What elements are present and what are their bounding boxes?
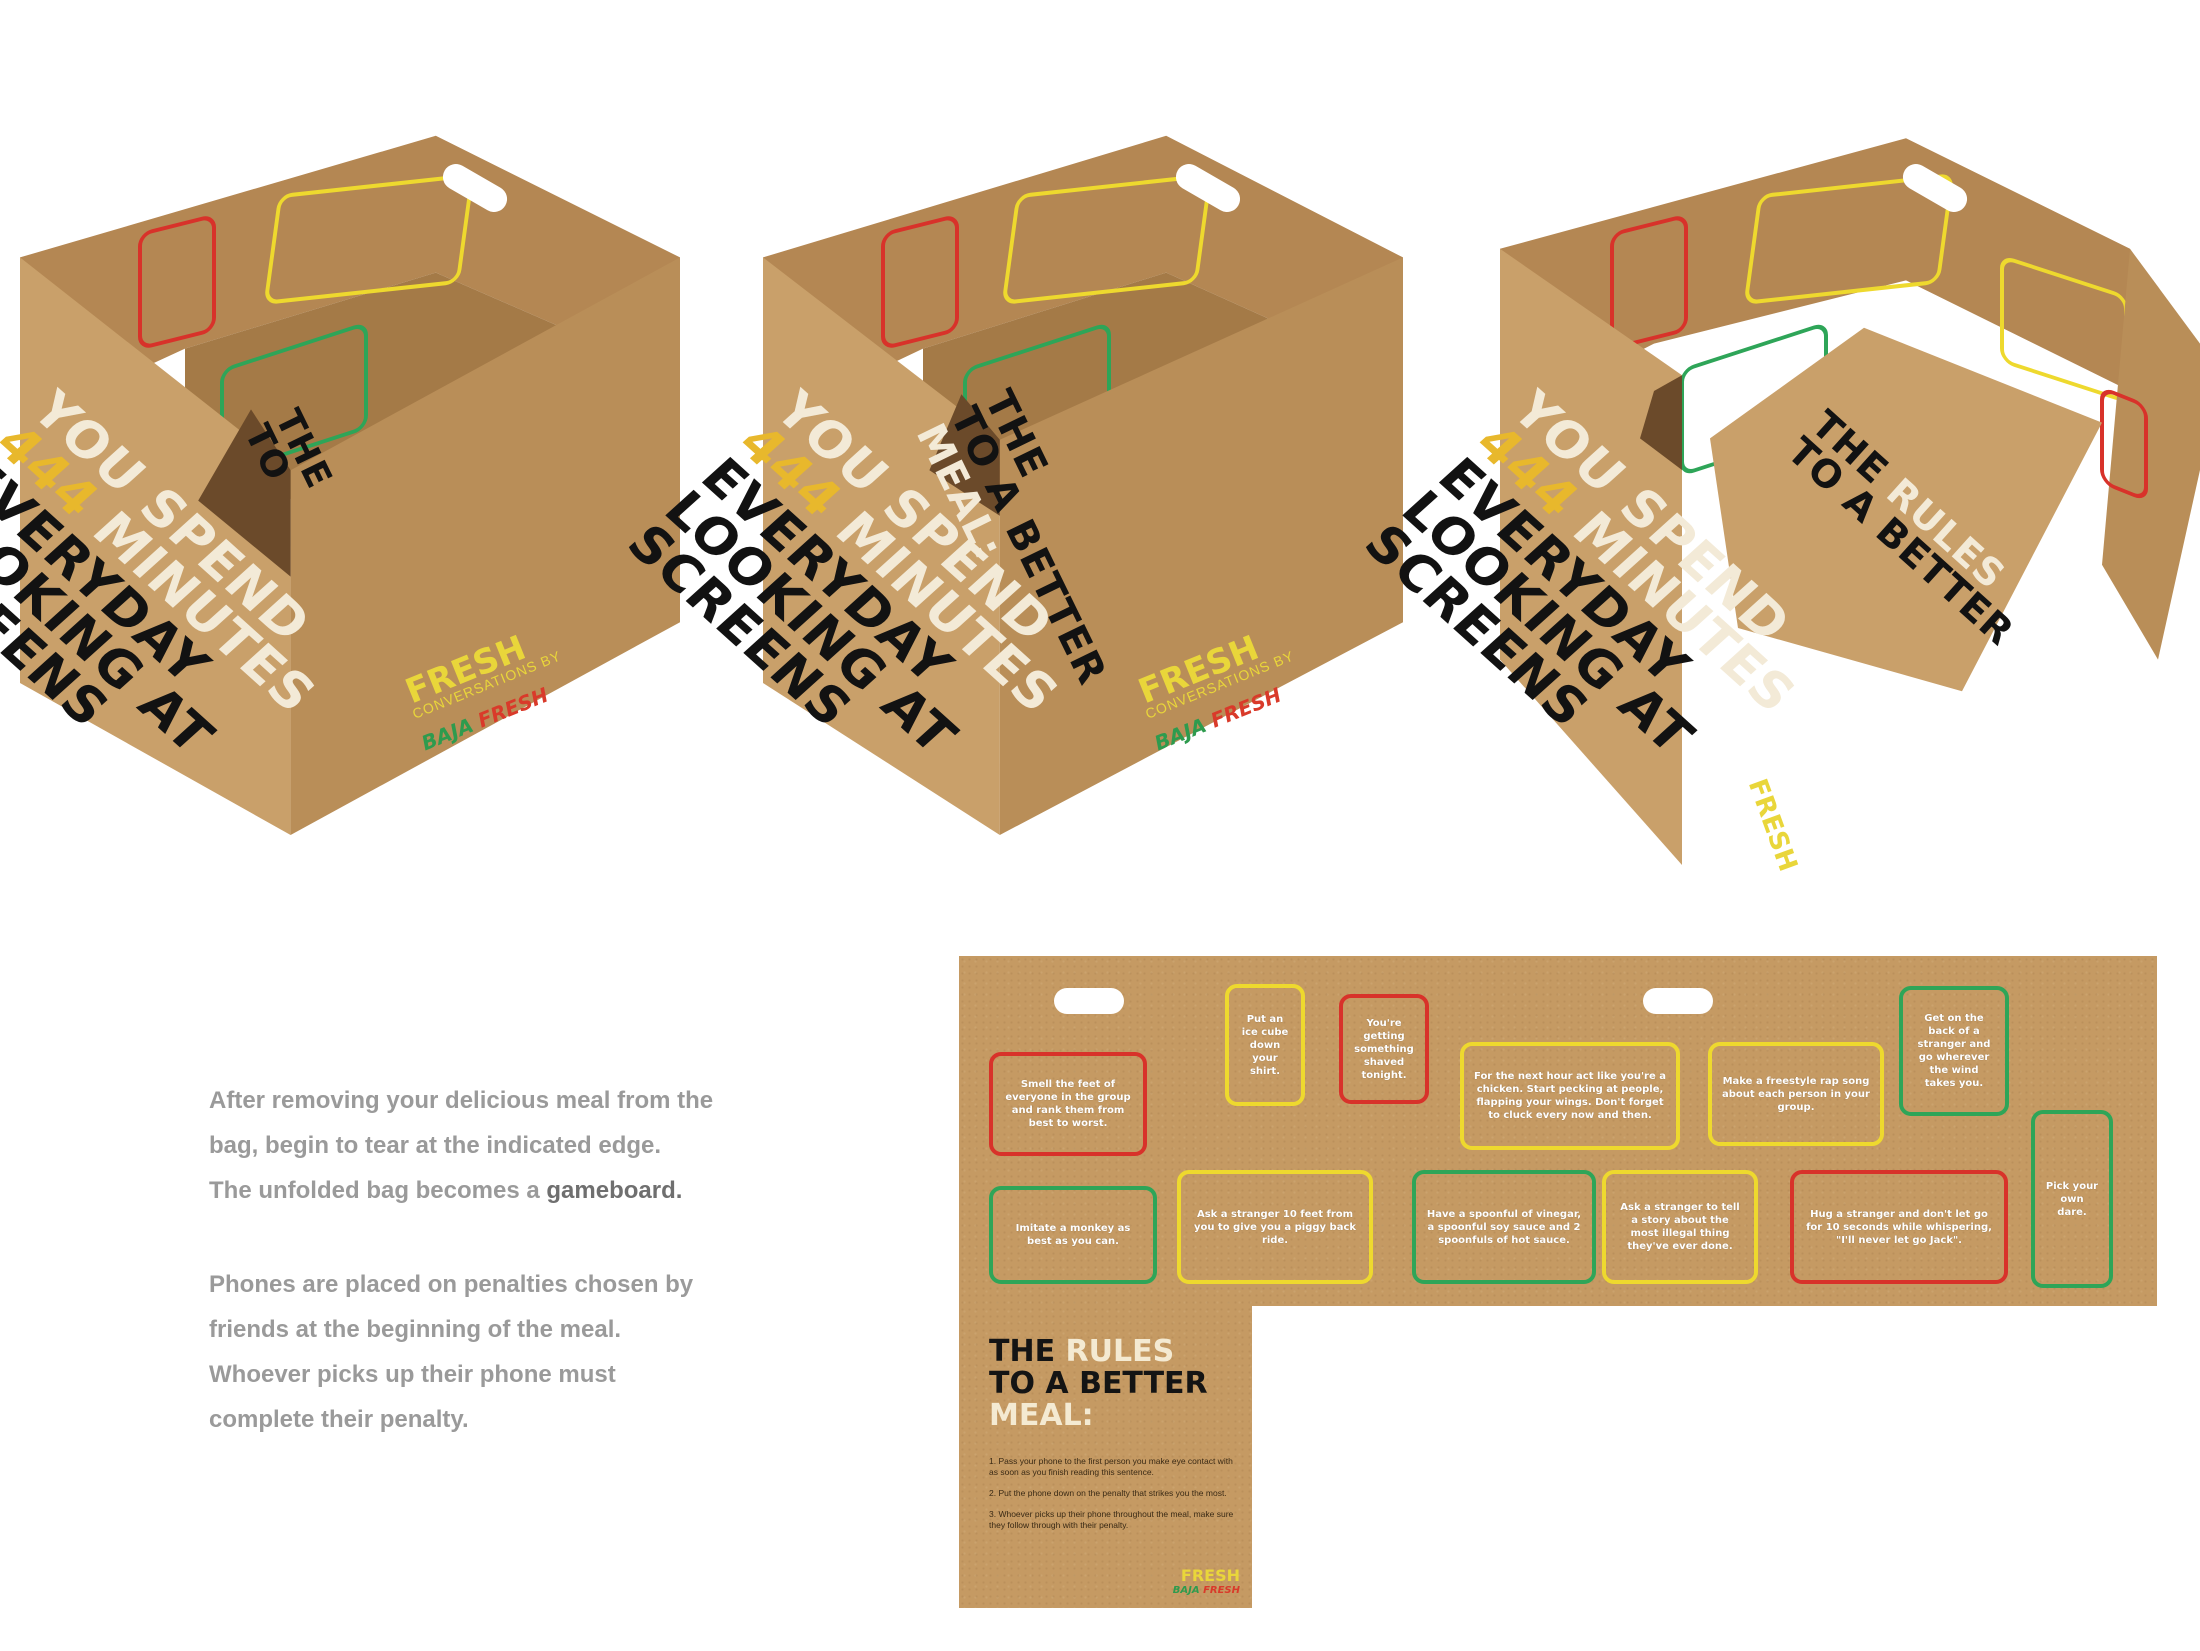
rule-item: 1. Pass your phone to the first person y… [989,1456,1233,1477]
inner-card-red [1610,213,1688,351]
penalty-card[interactable]: Imitate a monkey as best as you can. [989,1186,1157,1284]
gameboard-emphasis: gameboard. [546,1177,683,1204]
rule-item: 2. Put the phone down on the penalty tha… [989,1488,1227,1498]
gameboard-top-strip: Smell the feet of everyone in the group … [959,956,2157,1306]
inner-card-red [2100,385,2148,503]
gameboard-handle-right [1643,988,1713,1014]
closed-bag-mockup: THE TO YOU SPEND 444 MINUTES EVERYDAY LOO… [0,75,680,835]
inner-card-red [138,213,216,351]
description-line: After removing your delicious meal from … [209,1087,714,1114]
description-paragraph-2: Phones are placed on penalties chosen by… [209,1262,809,1442]
penalty-card[interactable]: Ask a stranger to tell a story about the… [1602,1170,1758,1284]
gameboard-logo-fresh: FRESH [1180,1566,1240,1585]
rules-list: 1. Pass your phone to the first person y… [989,1456,1239,1541]
description-paragraph-1: After removing your delicious meal from … [209,1078,809,1213]
bag-logo-fresh: FRESH [1741,775,1803,876]
penalty-card[interactable]: Pick your own dare. [2031,1110,2113,1288]
penalty-card[interactable]: Put an ice cube down your shirt. [1225,984,1305,1106]
rule-item: 3. Whoever picks up their phone througho… [989,1509,1234,1530]
description-line: The unfolded bag becomes a gameboard. [209,1177,683,1204]
description-line: Phones are placed on penalties chosen by [209,1271,694,1298]
penalty-card[interactable]: Ask a stranger 10 feet from you to give … [1177,1170,1373,1284]
gameboard-rules-panel: THE RULES TO A BETTER MEAL: 1. Pass your… [959,1306,1252,1608]
description-line: friends at the beginning of the meal. [209,1316,622,1343]
penalty-card[interactable]: Smell the feet of everyone in the group … [989,1052,1147,1156]
inner-card-red [881,213,959,351]
unfolding-bag-mockup: THE RULES TO A BETTER YOU SPEND 444 MINU… [1352,75,2200,876]
description-line: bag, begin to tear at the indicated edge… [209,1132,662,1159]
penalty-card[interactable]: Get on the back of a stranger and go whe… [1899,986,2009,1116]
penalty-card[interactable]: You're getting something shaved tonight. [1339,994,1429,1104]
inner-card-yellow [263,172,475,306]
gameboard-handle-left [1054,988,1124,1014]
gameboard-logo-baja: BAJA FRESH [1172,1585,1240,1596]
torn-bag-mockup: THE TO A BETTER MEAL: YOU SPEND 444 MINUTE… [615,75,1403,835]
rules-title: THE RULES TO A BETTER MEAL: [989,1334,1208,1433]
penalty-card[interactable]: Hug a stranger and don't let go for 10 s… [1790,1170,2008,1284]
gameboard-logo: FRESH BAJA FRESH [1173,1566,1240,1596]
description-line: complete their penalty. [209,1406,469,1433]
description-line: Whoever picks up their phone must [209,1361,616,1388]
penalty-card[interactable]: Make a freestyle rap song about each per… [1708,1042,1884,1146]
penalty-card[interactable]: Have a spoonful of vinegar, a spoonful s… [1412,1170,1596,1284]
penalty-card[interactable]: For the next hour act like you're a chic… [1460,1042,1680,1150]
inner-card-yellow [1001,172,1213,306]
